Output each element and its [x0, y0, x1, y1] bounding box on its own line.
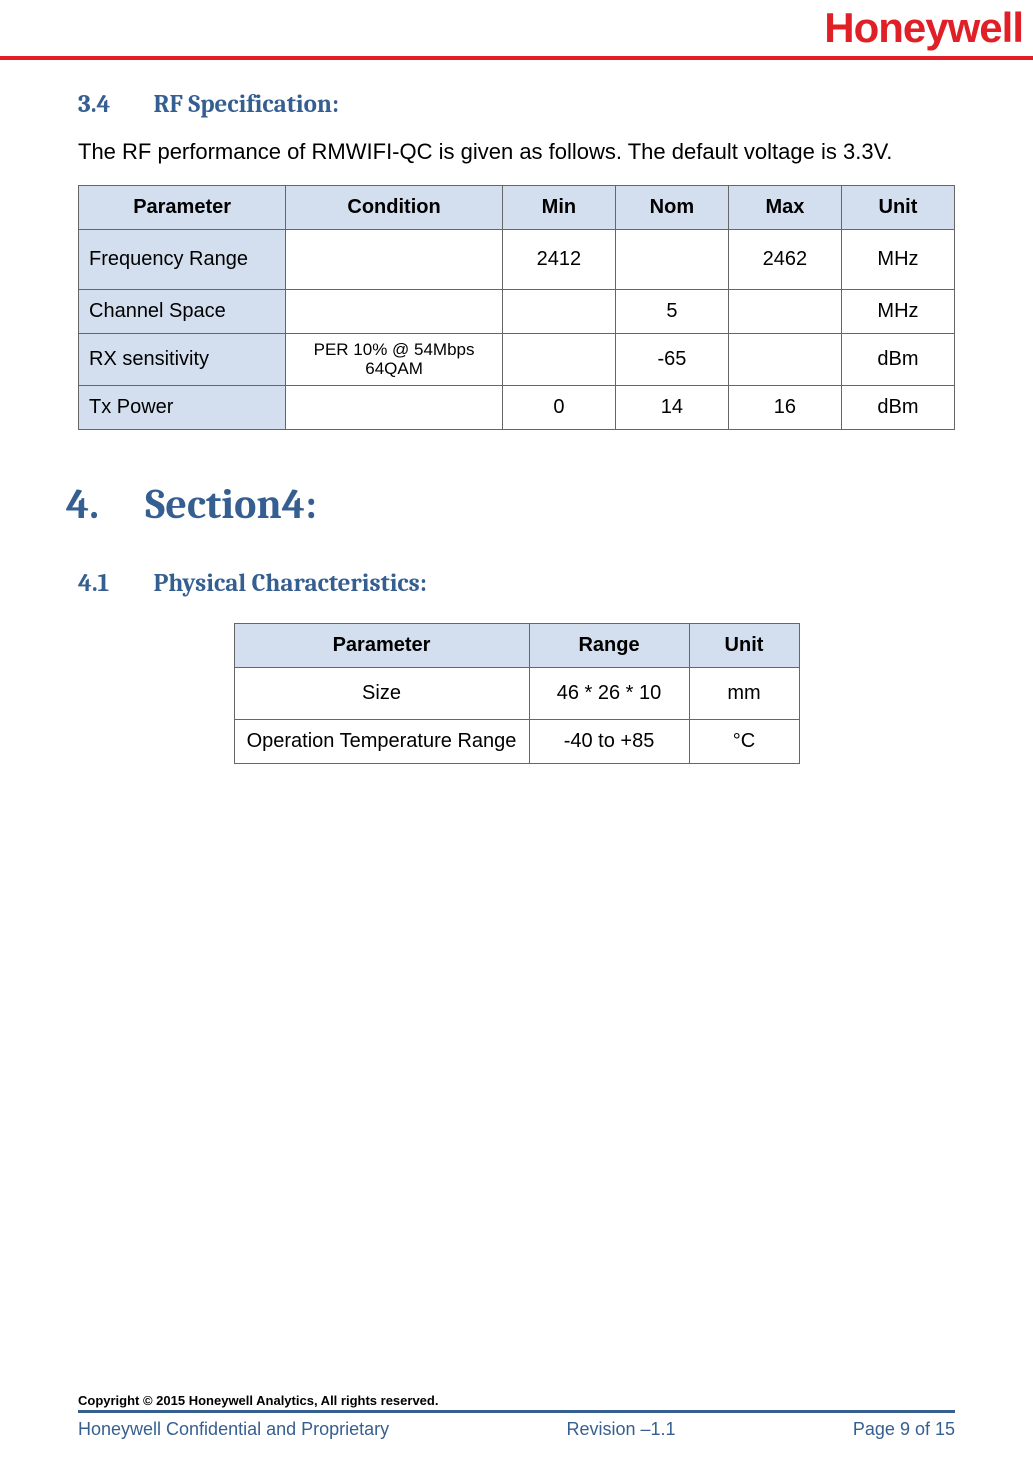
cell-param: Size [234, 667, 529, 719]
table-row: Operation Temperature Range -40 to +85 °… [234, 719, 799, 763]
cell-cond [286, 289, 503, 333]
col-max: Max [728, 185, 841, 229]
cell-nom: 5 [615, 289, 728, 333]
heading-title: Section4: [145, 480, 317, 529]
heading-number: 4.1 [78, 569, 148, 598]
heading-number: 4. [66, 480, 136, 529]
cell-unit: mm [689, 667, 799, 719]
cell-unit: dBm [841, 333, 954, 385]
cell-param: Tx Power [79, 385, 286, 429]
cell-param: RX sensitivity [79, 333, 286, 385]
col-unit: Unit [841, 185, 954, 229]
cell-nom: -65 [615, 333, 728, 385]
col-unit: Unit [689, 623, 799, 667]
cell-param: Operation Temperature Range [234, 719, 529, 763]
section-3-4-heading: 3.4 RF Specification: [78, 90, 955, 119]
col-range: Range [529, 623, 689, 667]
table-row: RX sensitivity PER 10% @ 54Mbps 64QAM -6… [79, 333, 955, 385]
cell-unit: MHz [841, 229, 954, 289]
physical-char-table: Parameter Range Unit Size 46 * 26 * 10 m… [234, 623, 800, 764]
cell-max: 2462 [728, 229, 841, 289]
heading-title: RF Specification: [154, 90, 339, 119]
heading-title: Physical Characteristics: [154, 569, 427, 598]
brand-logo: Honeywell [824, 4, 1023, 52]
cell-min: 2412 [502, 229, 615, 289]
footer-center: Revision –1.1 [567, 1419, 676, 1440]
cell-param: Frequency Range [79, 229, 286, 289]
col-condition: Condition [286, 185, 503, 229]
cell-max: 16 [728, 385, 841, 429]
table-row: Size 46 * 26 * 10 mm [234, 667, 799, 719]
cell-nom: 14 [615, 385, 728, 429]
page-header: Honeywell [0, 0, 1033, 60]
section-4-heading: 4. Section4: [66, 480, 955, 529]
cell-max [728, 289, 841, 333]
col-parameter: Parameter [234, 623, 529, 667]
cell-min [502, 333, 615, 385]
cell-unit: dBm [841, 385, 954, 429]
section-3-4-intro: The RF performance of RMWIFI-QC is given… [78, 137, 955, 167]
section-4-1-heading: 4.1 Physical Characteristics: [78, 569, 955, 598]
cell-cond [286, 229, 503, 289]
cell-cond [286, 385, 503, 429]
footer-left: Honeywell Confidential and Proprietary [78, 1419, 389, 1440]
col-min: Min [502, 185, 615, 229]
cell-unit: °C [689, 719, 799, 763]
table-header-row: Parameter Condition Min Nom Max Unit [79, 185, 955, 229]
footer-right: Page 9 of 15 [853, 1419, 955, 1440]
table-row: Tx Power 0 14 16 dBm [79, 385, 955, 429]
table-row: Channel Space 5 MHz [79, 289, 955, 333]
cell-min: 0 [502, 385, 615, 429]
cell-cond: PER 10% @ 54Mbps 64QAM [286, 333, 503, 385]
col-parameter: Parameter [79, 185, 286, 229]
col-nom: Nom [615, 185, 728, 229]
table-header-row: Parameter Range Unit [234, 623, 799, 667]
heading-number: 3.4 [78, 90, 148, 119]
cell-param: Channel Space [79, 289, 286, 333]
cell-range: 46 * 26 * 10 [529, 667, 689, 719]
footer-row: Honeywell Confidential and Proprietary R… [78, 1419, 955, 1440]
page-content: 3.4 RF Specification: The RF performance… [0, 60, 1033, 764]
copyright-text: Copyright © 2015 Honeywell Analytics, Al… [78, 1393, 955, 1413]
page-footer: Copyright © 2015 Honeywell Analytics, Al… [0, 1393, 1033, 1440]
rf-spec-table: Parameter Condition Min Nom Max Unit Fre… [78, 185, 955, 430]
cell-max [728, 333, 841, 385]
cell-range: -40 to +85 [529, 719, 689, 763]
table-row: Frequency Range 2412 2462 MHz [79, 229, 955, 289]
cell-unit: MHz [841, 289, 954, 333]
cell-min [502, 289, 615, 333]
cell-nom [615, 229, 728, 289]
